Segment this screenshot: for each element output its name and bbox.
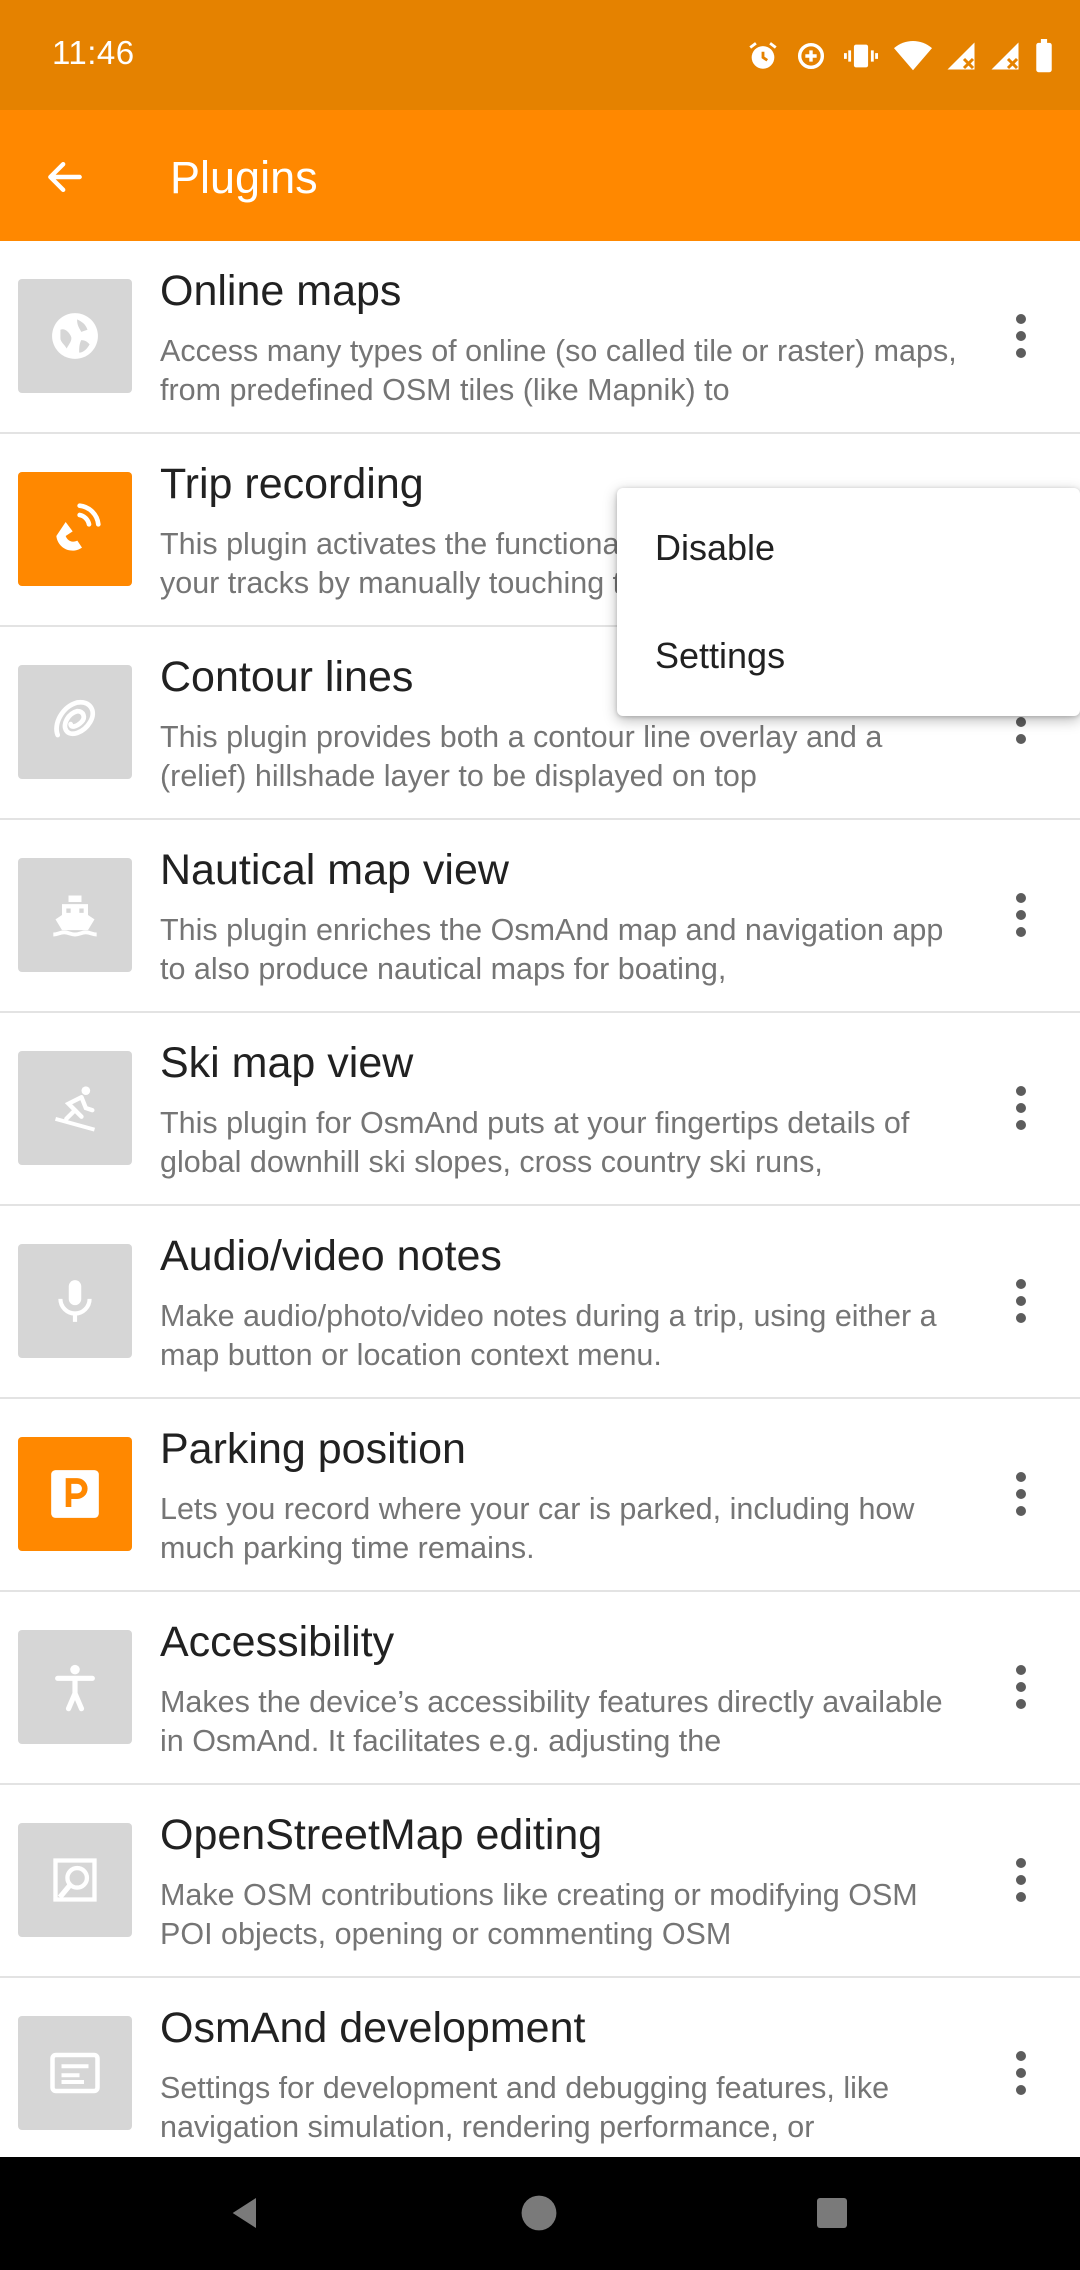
page-title: Plugins bbox=[170, 152, 318, 203]
plugin-title: Nautical map view bbox=[160, 846, 509, 894]
plugin-row-parking-position[interactable]: Parking position Lets you record where y… bbox=[0, 1399, 1080, 1592]
menu-item-settings[interactable]: Settings bbox=[617, 600, 1080, 712]
more-options-button[interactable] bbox=[990, 1459, 1052, 1529]
plugin-row-audio-video-notes[interactable]: Audio/video notes Make audio/photo/video… bbox=[0, 1206, 1080, 1399]
wifi-icon bbox=[894, 40, 932, 72]
arrow-back-icon bbox=[48, 161, 82, 193]
more-options-button[interactable] bbox=[990, 1652, 1052, 1722]
plugin-title: OpenStreetMap editing bbox=[160, 1811, 603, 1859]
more-options-button[interactable] bbox=[990, 1266, 1052, 1336]
more-options-button[interactable] bbox=[990, 1073, 1052, 1143]
circle-home-icon bbox=[521, 2195, 557, 2231]
more-options-button[interactable] bbox=[990, 880, 1052, 950]
osm-edit-icon bbox=[53, 1858, 97, 1902]
signal-icon bbox=[946, 40, 976, 72]
more-options-button[interactable] bbox=[990, 2038, 1052, 2108]
more-vert-icon bbox=[1016, 2051, 1026, 2061]
plugin-icon-bg bbox=[18, 1244, 132, 1358]
plugin-title: Ski map view bbox=[160, 1039, 414, 1087]
vibrate-icon bbox=[842, 39, 880, 73]
more-vert-icon bbox=[1016, 1472, 1026, 1482]
plugin-row-ski-map[interactable]: Ski map view This plugin for OsmAnd puts… bbox=[0, 1013, 1080, 1206]
plugin-icon-bg bbox=[18, 665, 132, 779]
app-bar: Plugins bbox=[0, 110, 1080, 241]
plugin-title: Audio/video notes bbox=[160, 1232, 502, 1280]
plugin-icon-bg bbox=[18, 472, 132, 586]
system-nav-bar bbox=[0, 2157, 1080, 2270]
plugin-title: Trip recording bbox=[160, 460, 424, 508]
microphone-icon bbox=[58, 1280, 92, 1322]
plugin-row-online-maps[interactable]: Online maps Access many types of online … bbox=[0, 241, 1080, 434]
context-menu: Disable Settings bbox=[617, 488, 1080, 716]
development-icon bbox=[50, 2052, 100, 2094]
trip-recording-icon bbox=[56, 503, 101, 551]
plugin-icon-bg bbox=[18, 1823, 132, 1937]
plugin-icon-bg bbox=[18, 1437, 132, 1551]
plugin-row-accessibility[interactable]: Accessibility Makes the device’s accessi… bbox=[0, 1592, 1080, 1785]
plugin-row-osm-editing[interactable]: OpenStreetMap editing Make OSM contribut… bbox=[0, 1785, 1080, 1978]
triangle-back-icon bbox=[232, 2198, 256, 2228]
more-options-button[interactable] bbox=[990, 301, 1052, 371]
plugin-description: Settings for development and debugging f… bbox=[160, 2071, 890, 2144]
plugin-icon-bg bbox=[18, 2016, 132, 2130]
menu-item-disable[interactable]: Disable bbox=[617, 492, 1080, 604]
more-vert-icon bbox=[1016, 1858, 1026, 1868]
signal-x-icon bbox=[990, 40, 1020, 72]
more-vert-icon bbox=[1016, 1665, 1026, 1675]
globe-icon bbox=[52, 313, 98, 359]
ship-icon bbox=[53, 895, 97, 937]
nav-recents-button[interactable] bbox=[804, 2185, 860, 2241]
plugin-description: This plugin for OsmAnd puts at your fing… bbox=[160, 1106, 910, 1179]
contour-icon bbox=[54, 699, 96, 738]
plugin-title: Online maps bbox=[160, 267, 402, 315]
plugin-title: Accessibility bbox=[160, 1618, 395, 1666]
more-vert-icon bbox=[1016, 893, 1026, 903]
nav-back-button[interactable] bbox=[218, 2185, 274, 2241]
status-icons bbox=[746, 36, 1054, 76]
plugin-description: Make OSM contributions like creating or … bbox=[160, 1878, 918, 1951]
parking-icon bbox=[51, 1470, 99, 1518]
more-options-button[interactable] bbox=[990, 1845, 1052, 1915]
plugin-title: Contour lines bbox=[160, 653, 414, 701]
plugin-description: Lets you record where your car is parked… bbox=[160, 1492, 915, 1565]
plugin-icon-bg bbox=[18, 279, 132, 393]
plugin-description: Make audio/photo/video notes during a tr… bbox=[160, 1299, 937, 1372]
plugin-icon-bg bbox=[18, 858, 132, 972]
skier-icon bbox=[54, 1086, 96, 1132]
plugin-row-nautical-map[interactable]: Nautical map view This plugin enriches t… bbox=[0, 820, 1080, 1013]
more-vert-icon bbox=[1016, 1279, 1026, 1289]
nav-home-button[interactable] bbox=[511, 2185, 567, 2241]
square-recents-icon bbox=[817, 2198, 847, 2228]
data-saver-icon bbox=[794, 39, 828, 73]
alarm-icon bbox=[746, 39, 780, 73]
battery-icon bbox=[1034, 39, 1054, 73]
accessibility-icon bbox=[55, 1664, 95, 1712]
plugin-icon-bg bbox=[18, 1051, 132, 1165]
plugin-row-osmand-development[interactable]: OsmAnd development Settings for developm… bbox=[0, 1978, 1080, 2171]
back-button[interactable] bbox=[26, 138, 104, 216]
plugin-title: OsmAnd development bbox=[160, 2004, 586, 2052]
plugin-description: This plugin provides both a contour line… bbox=[160, 720, 883, 793]
more-vert-icon bbox=[1016, 314, 1026, 324]
plugin-description: Access many types of online (so called t… bbox=[160, 334, 957, 407]
status-time: 11:46 bbox=[52, 34, 135, 71]
plugin-description: This plugin enriches the OsmAnd map and … bbox=[160, 913, 944, 986]
plugin-title: Parking position bbox=[160, 1425, 466, 1473]
status-bar: 11:46 bbox=[0, 0, 1080, 110]
plugin-description: Makes the device’s accessibility feature… bbox=[160, 1685, 943, 1758]
more-vert-icon bbox=[1016, 1086, 1026, 1096]
plugin-icon-bg bbox=[18, 1630, 132, 1744]
